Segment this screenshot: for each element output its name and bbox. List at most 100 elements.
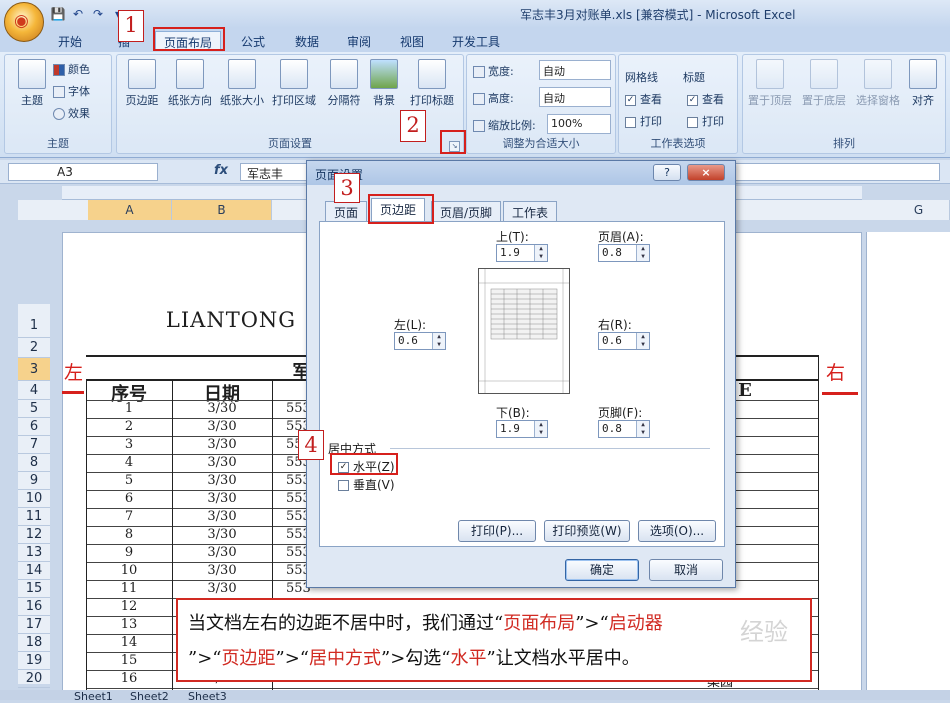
redo-icon[interactable]: ↷ [90, 6, 106, 22]
table-cell[interactable]: 12 [86, 599, 172, 614]
options-button[interactable]: 选项(O)... [638, 520, 716, 542]
table-cell[interactable]: 16 [86, 671, 172, 686]
table-cell[interactable]: 553 [286, 527, 311, 542]
table-cell[interactable]: 3/30 [172, 581, 272, 596]
headings-print-checkbox[interactable]: 打印 [687, 113, 724, 129]
row-header[interactable]: 18 [18, 634, 50, 652]
table-cell[interactable]: 5 [86, 473, 172, 488]
row-header[interactable]: 17 [18, 616, 50, 634]
height-select[interactable]: 自动 [539, 87, 611, 107]
row-header[interactable]: 7 [18, 436, 50, 454]
effects-button[interactable]: 效果 [53, 105, 90, 121]
tab-page[interactable]: 页面 [325, 201, 368, 221]
sheet-tab-1[interactable]: Sheet1 [68, 690, 119, 703]
footer-margin-input[interactable]: 0.8 ▲ ▼ [598, 420, 650, 438]
row-header[interactable]: 14 [18, 562, 50, 580]
scale-input[interactable]: 100% [547, 114, 611, 134]
table-cell[interactable]: 3/30 [172, 401, 272, 416]
row-header[interactable]: 8 [18, 454, 50, 472]
print-titles-button[interactable]: 打印标题 [407, 59, 457, 108]
table-cell[interactable]: 3/30 [172, 491, 272, 506]
sheet-tab-2[interactable]: Sheet2 [124, 690, 175, 703]
top-margin-input[interactable]: 1.9 ▲ ▼ [496, 244, 548, 262]
tab-review[interactable]: 审阅 [339, 31, 379, 51]
column-header-g[interactable]: G [888, 200, 950, 220]
table-cell[interactable]: 3/30 [172, 545, 272, 560]
row-header[interactable]: 10 [18, 490, 50, 508]
bottom-margin-input[interactable]: 1.9 ▲ ▼ [496, 420, 548, 438]
table-cell[interactable]: 14 [86, 635, 172, 650]
spin-arrows-icon[interactable]: ▲ ▼ [432, 333, 445, 349]
tab-formulas[interactable]: 公式 [233, 31, 273, 51]
width-select[interactable]: 自动 [539, 60, 611, 80]
row-header[interactable]: 15 [18, 580, 50, 598]
table-cell[interactable]: 3/30 [172, 437, 272, 452]
size-button[interactable]: 纸张大小 [217, 59, 267, 108]
table-cell[interactable]: 8 [86, 527, 172, 542]
print-preview-button[interactable]: 打印预览(W) [544, 520, 630, 542]
fonts-button[interactable]: 字体 [53, 83, 90, 99]
table-cell[interactable]: 1 [86, 401, 172, 416]
colors-button[interactable]: 颜色 [53, 61, 90, 77]
tab-data[interactable]: 数据 [287, 31, 327, 51]
margins-button[interactable]: 页边距 [117, 59, 167, 108]
table-cell[interactable]: 11 [86, 581, 172, 596]
row-header[interactable]: 13 [18, 544, 50, 562]
row-header[interactable]: 20 [18, 670, 50, 688]
row-header[interactable]: 1 [18, 314, 50, 338]
table-cell[interactable]: 553 [286, 401, 311, 416]
spin-arrows-icon[interactable]: ▲ ▼ [534, 245, 547, 261]
spin-arrows-icon[interactable]: ▲ ▼ [636, 421, 649, 437]
row-header[interactable]: 5 [18, 400, 50, 418]
gridlines-print-checkbox[interactable]: 打印 [625, 113, 662, 129]
row-header[interactable]: 11 [18, 508, 50, 526]
spin-arrows-icon[interactable]: ▲ ▼ [636, 333, 649, 349]
row-header[interactable]: 9 [18, 472, 50, 490]
table-cell[interactable]: 553 [286, 491, 311, 506]
ok-button[interactable]: 确定 [565, 559, 639, 581]
table-cell[interactable]: 3/30 [172, 419, 272, 434]
gridlines-view-checkbox[interactable]: ✓ 查看 [625, 91, 662, 107]
column-header-b[interactable]: B [172, 200, 272, 220]
table-cell[interactable]: 10 [86, 563, 172, 578]
row-header[interactable]: 16 [18, 598, 50, 616]
table-cell[interactable]: 9 [86, 545, 172, 560]
tab-developer[interactable]: 开发工具 [444, 31, 508, 51]
table-cell[interactable]: 4 [86, 455, 172, 470]
table-cell[interactable]: 3 [86, 437, 172, 452]
undo-icon[interactable]: ↶ [70, 6, 86, 22]
table-cell[interactable]: 3/30 [172, 563, 272, 578]
close-button[interactable]: × [687, 164, 725, 181]
column-header-a[interactable]: A [88, 200, 172, 220]
table-cell[interactable]: 553 [286, 545, 311, 560]
table-cell[interactable]: 13 [86, 617, 172, 632]
print-button[interactable]: 打印(P)... [458, 520, 536, 542]
table-cell[interactable]: 7 [86, 509, 172, 524]
office-button[interactable]: ◉ [4, 2, 44, 42]
selection-pane-button[interactable]: 选择窗格 [853, 59, 903, 108]
send-to-back-button[interactable]: 置于底层 [799, 59, 849, 108]
table-cell[interactable]: 553 [286, 509, 311, 524]
left-margin-input[interactable]: 0.6 ▲ ▼ [394, 332, 446, 350]
header-margin-input[interactable]: 0.8 ▲ ▼ [598, 244, 650, 262]
table-cell[interactable]: 2 [86, 419, 172, 434]
headings-view-checkbox[interactable]: ✓ 查看 [687, 91, 724, 107]
table-cell[interactable]: 3/30 [172, 455, 272, 470]
row-header[interactable]: 4 [18, 381, 50, 400]
tab-view[interactable]: 视图 [392, 31, 432, 51]
cancel-button[interactable]: 取消 [649, 559, 723, 581]
print-area-button[interactable]: 打印区域 [269, 59, 319, 108]
table-cell[interactable]: 3/30 [172, 473, 272, 488]
table-cell[interactable]: 3/30 [172, 527, 272, 542]
name-box[interactable]: A3 [8, 163, 158, 181]
vertical-checkbox[interactable]: 垂直(V) [338, 476, 395, 493]
align-button[interactable]: 对齐 [903, 59, 943, 108]
row-header[interactable]: 12 [18, 526, 50, 544]
spin-arrows-icon[interactable]: ▲ ▼ [636, 245, 649, 261]
table-cell[interactable]: 553 [286, 473, 311, 488]
table-cell[interactable]: 15 [86, 653, 172, 668]
row-header[interactable]: 3 [18, 358, 50, 381]
row-header[interactable]: 2 [18, 338, 50, 358]
tab-sheet[interactable]: 工作表 [503, 201, 558, 221]
themes-button[interactable]: 主题 [7, 59, 57, 108]
